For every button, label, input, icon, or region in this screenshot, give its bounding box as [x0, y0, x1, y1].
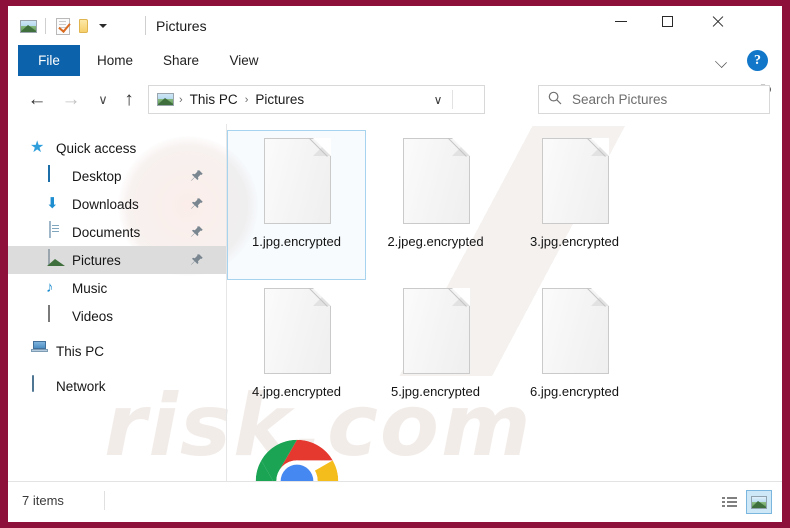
tab-view[interactable]: View [220, 45, 268, 76]
sidebar-item-label: Network [56, 378, 106, 394]
download-icon: ⬇ [46, 195, 59, 212]
qat-divider [45, 18, 46, 34]
status-bar: 7 items [8, 481, 782, 522]
explorer-window: risk.com Pictures File Home Share View ?… [8, 6, 782, 522]
quick-access-toolbar [18, 15, 113, 37]
expand-ribbon-chevron-icon[interactable] [712, 51, 732, 71]
file-item-4[interactable]: 4.jpg.encrypted [227, 280, 366, 430]
generic-file-icon [402, 138, 470, 224]
file-list-pane[interactable]: 1.jpg.encrypted 2.jpeg.encrypted 3.jpg.e… [226, 124, 782, 522]
details-view-icon [721, 496, 737, 508]
file-item-6[interactable]: 6.jpg.encrypted [505, 280, 644, 430]
title-bar: Pictures [8, 6, 782, 45]
file-item-2[interactable]: 2.jpeg.encrypted [366, 130, 505, 280]
breadcrumb-pictures[interactable]: Pictures [255, 92, 304, 107]
generic-file-icon [402, 288, 470, 374]
address-pictures-icon [157, 93, 174, 106]
sidebar-item-this-pc[interactable]: This PC [8, 337, 226, 365]
maximize-icon [661, 16, 673, 27]
network-icon [30, 375, 50, 396]
window-frame: risk.com Pictures File Home Share View ?… [0, 0, 790, 528]
help-button[interactable]: ? [747, 50, 768, 71]
title-divider [145, 16, 146, 35]
pin-icon[interactable] [190, 197, 204, 211]
address-chevron-down-icon[interactable]: ∨ [426, 86, 450, 113]
sidebar-item-network[interactable]: Network [8, 372, 226, 400]
sidebar-item-label: Music [72, 280, 108, 296]
sidebar-item-label: This PC [56, 343, 105, 359]
sidebar-item-label: Downloads [72, 196, 139, 212]
item-count-label: 7 items [22, 493, 64, 508]
details-view-button[interactable] [716, 490, 742, 514]
sidebar-item-downloads[interactable]: ⬇ Downloads [8, 190, 226, 218]
videos-icon [46, 305, 66, 326]
generic-file-icon [263, 138, 331, 224]
breadcrumb-this-pc[interactable]: This PC [190, 92, 238, 107]
minimize-icon [615, 21, 627, 22]
generic-file-icon [541, 288, 609, 374]
sidebar-item-label: Videos [72, 308, 114, 324]
sidebar-item-pictures[interactable]: Pictures [8, 246, 226, 274]
generic-file-icon [541, 138, 609, 224]
this-pc-icon [30, 341, 50, 361]
documents-icon [46, 221, 66, 242]
window-title: Pictures [156, 18, 207, 34]
customize-chevron-icon[interactable] [93, 16, 113, 36]
file-grid: 1.jpg.encrypted 2.jpeg.encrypted 3.jpg.e… [227, 124, 782, 522]
large-icons-view-button[interactable] [746, 490, 772, 514]
breadcrumb-separator-1: › [179, 93, 183, 106]
large-icons-view-icon [751, 495, 767, 509]
file-label: 5.jpg.encrypted [391, 384, 480, 399]
tab-home[interactable]: Home [86, 45, 144, 76]
minimize-button[interactable] [598, 6, 644, 37]
file-item-5[interactable]: 5.jpg.encrypted [366, 280, 505, 430]
properties-icon[interactable] [53, 16, 73, 36]
forward-button[interactable]: → [56, 85, 86, 115]
address-divider [452, 90, 453, 109]
navigation-bar: ← → ∨ ↑ › This PC › Pictures ∨ ↻ [8, 76, 782, 124]
sidebar-item-label: Pictures [72, 252, 121, 268]
file-label: 3.jpg.encrypted [530, 234, 619, 249]
pin-icon[interactable] [190, 253, 204, 267]
search-box[interactable] [538, 85, 770, 114]
sidebar-item-desktop[interactable]: Desktop [8, 162, 226, 190]
back-button[interactable]: ← [22, 85, 52, 115]
pin-icon[interactable] [190, 169, 204, 183]
sidebar-item-documents[interactable]: Documents [8, 218, 226, 246]
ribbon-tabs: File Home Share View ? [8, 45, 782, 77]
sidebar-item-label: Desktop [72, 168, 122, 184]
pictures-icon [46, 249, 66, 270]
close-button[interactable] [694, 6, 740, 37]
new-folder-icon[interactable] [73, 16, 93, 36]
file-item-3[interactable]: 3.jpg.encrypted [505, 130, 644, 280]
pin-icon[interactable] [190, 225, 204, 239]
search-input[interactable] [570, 91, 754, 108]
file-item-1[interactable]: 1.jpg.encrypted [227, 130, 366, 280]
star-icon: ★ [30, 139, 45, 156]
file-label: 2.jpeg.encrypted [387, 234, 484, 249]
status-divider [104, 491, 105, 510]
navigation-pane: ★ Quick access Desktop ⬇ Downloads Docum… [8, 124, 226, 482]
tab-share[interactable]: Share [154, 45, 208, 76]
sidebar-item-label: Quick access [56, 140, 137, 156]
breadcrumb-separator-2: › [244, 93, 249, 106]
close-icon [711, 15, 724, 28]
file-label: 1.jpg.encrypted [252, 234, 341, 249]
generic-file-icon [263, 288, 331, 374]
search-icon [548, 91, 570, 108]
file-label: 6.jpg.encrypted [530, 384, 619, 399]
tab-file[interactable]: File [18, 45, 80, 76]
file-label: 4.jpg.encrypted [252, 384, 341, 399]
maximize-button[interactable] [644, 6, 690, 37]
sidebar-item-quick-access[interactable]: ★ Quick access [8, 134, 226, 162]
up-button[interactable]: ↑ [114, 85, 144, 115]
address-bar[interactable]: › This PC › Pictures ∨ [148, 85, 485, 114]
sidebar-item-videos[interactable]: Videos [8, 302, 226, 330]
sidebar-item-label: Documents [72, 224, 141, 240]
music-icon: ♪ [46, 279, 54, 296]
sidebar-item-music[interactable]: ♪ Music [8, 274, 226, 302]
desktop-icon [46, 165, 66, 186]
pictures-icon[interactable] [18, 16, 38, 36]
